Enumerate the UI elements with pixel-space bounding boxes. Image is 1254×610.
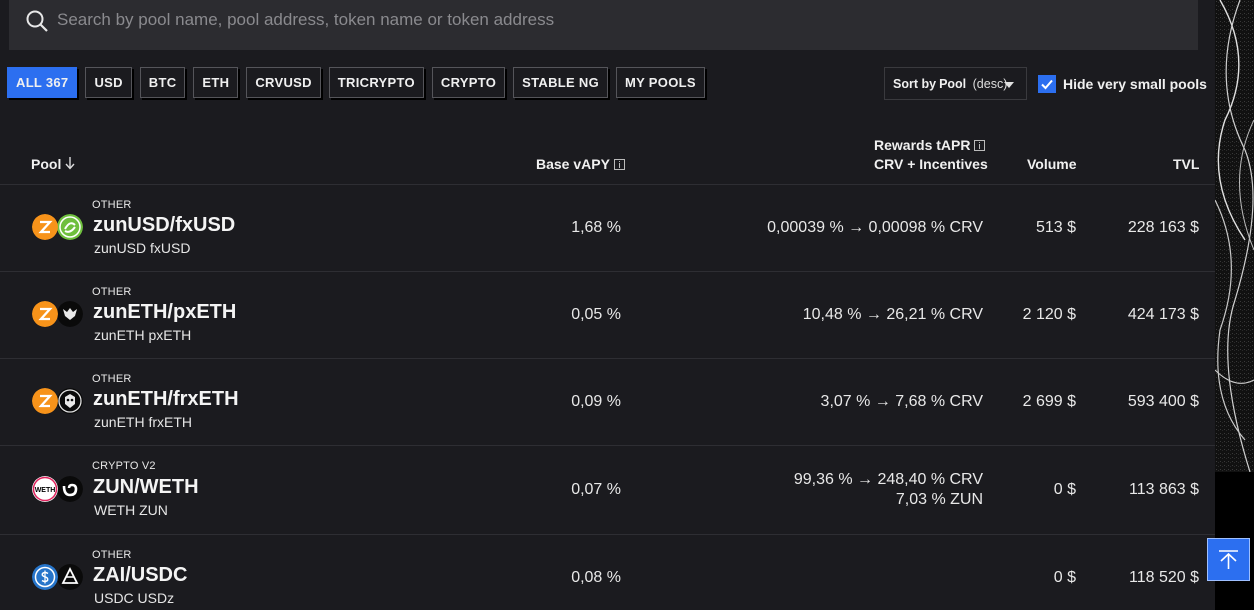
pxeth-token-icon (57, 301, 83, 327)
search-icon (26, 10, 48, 32)
filter-all[interactable]: ALL 367 (7, 67, 78, 98)
sort-dropdown[interactable]: Sort by Pool (desc) (884, 67, 1027, 100)
arrow-down-icon (65, 157, 75, 170)
filter-stable-ng[interactable]: STABLE NG (513, 67, 609, 98)
column-base-vapy-label: Base vAPY (536, 156, 610, 172)
filter-my-pools[interactable]: MY POOLS (616, 67, 705, 98)
table-row[interactable]: OTHER zunUSD/fxUSD zunUSD fxUSD 1,68 % 0… (0, 185, 1215, 272)
pool-name[interactable]: ZAI/USDC (93, 564, 187, 587)
rewards-value: 3,07 % → 7,68 % CRV (820, 393, 983, 410)
pool-name[interactable]: zunUSD/fxUSD (93, 214, 235, 237)
checkbox[interactable] (1038, 75, 1056, 93)
rewards-value: 0,00039 % → 0,00098 % CRV (767, 219, 983, 236)
volume-value: 513 $ (1035, 219, 1076, 236)
column-tvl[interactable]: TVL (1173, 156, 1199, 172)
table-row[interactable]: OTHER ZAI/USDC USDC USDz 0,08 % 0 $ 118 … (0, 535, 1215, 610)
pool-tokens: zunETH pxETH (94, 327, 192, 343)
tvl-value: 228 163 $ (1127, 219, 1199, 236)
zun-token-icon (32, 214, 58, 240)
pool-tokens: zunUSD fxUSD (94, 240, 191, 256)
coin-pair (32, 301, 84, 327)
filter-usd[interactable]: USD (85, 67, 132, 98)
weth-icon-text: WETH (35, 487, 56, 494)
decorative-background (1215, 0, 1254, 472)
pool-type: OTHER (92, 286, 132, 298)
zun-swirl-token-icon (57, 476, 83, 502)
pool-tokens: USDC USDz (94, 590, 175, 606)
volume-value: 2 120 $ (1022, 306, 1076, 323)
coin-pair (32, 388, 84, 414)
volume-value: 2 699 $ (1022, 393, 1076, 410)
info-icon[interactable] (613, 159, 625, 170)
rewards-extra-value: 7,03 % ZUN (895, 491, 983, 508)
coin-pair (32, 214, 84, 240)
search-input[interactable] (57, 0, 1177, 40)
column-pool-label: Pool (31, 156, 62, 172)
arrow-up-icon (1219, 550, 1238, 569)
coin-pair (32, 564, 84, 590)
table-header: Pool Base vAPY Rewards tAPR CRV + Incent… (0, 130, 1215, 185)
base-vapy-value: 0,08 % (571, 569, 621, 586)
column-volume[interactable]: Volume (1027, 156, 1077, 172)
filter-crypto[interactable]: CRYPTO (431, 67, 506, 98)
rewards-value: 99,36 % → 248,40 % CRV (793, 471, 983, 488)
column-rewards-label: Rewards tAPR (874, 137, 971, 153)
zun-token-icon (32, 301, 58, 327)
chevron-down-icon (1004, 82, 1014, 88)
pool-type: OTHER (92, 373, 132, 385)
tvl-value: 424 173 $ (1127, 306, 1199, 323)
column-base-vapy[interactable]: Base vAPY (536, 156, 625, 172)
tvl-value: 113 863 $ (1129, 481, 1199, 498)
hide-small-pools-label: Hide very small pools (1063, 76, 1207, 92)
pool-tokens: WETH ZUN (94, 502, 168, 518)
table-row[interactable]: OTHER zunETH/frxETH zunETH frxETH 0,09 %… (0, 359, 1215, 446)
pool-name[interactable]: ZUN/WETH (93, 476, 199, 499)
checkmark-icon (1041, 79, 1053, 90)
tvl-value: 593 400 $ (1127, 393, 1199, 410)
pool-name[interactable]: zunETH/frxETH (93, 388, 239, 411)
filter-crvusd[interactable]: CRVUSD (246, 67, 321, 98)
table-row[interactable]: OTHER zunETH/pxETH zunETH pxETH 0,05 % 1… (0, 272, 1215, 359)
column-rewards-sublabel: CRV + Incentives (874, 156, 988, 172)
pool-tokens: zunETH frxETH (94, 414, 193, 430)
usdc-token-icon (32, 564, 58, 590)
table-row[interactable]: WETH CRYPTO V2 ZUN/WETH WETH ZUN 0,07 % … (0, 446, 1215, 535)
rewards-value: 10,48 % → 26,21 % CRV (802, 306, 983, 323)
filter-eth[interactable]: ETH (193, 67, 239, 98)
sort-field: Pool (939, 76, 967, 91)
column-rewards[interactable]: Rewards tAPR CRV + Incentives (874, 137, 988, 172)
info-icon[interactable] (974, 140, 986, 151)
volume-value: 0 $ (1053, 481, 1076, 498)
tvl-value: 118 520 $ (1129, 569, 1199, 586)
volume-value: 0 $ (1053, 569, 1076, 586)
base-vapy-value: 0,09 % (571, 393, 621, 410)
pools-page: ALL 367 USD BTC ETH CRVUSD TRICRYPTO CRY… (0, 0, 1215, 610)
hide-small-pools-toggle[interactable]: Hide very small pools (1038, 75, 1207, 93)
column-pool[interactable]: Pool (31, 156, 75, 172)
filter-btc[interactable]: BTC (139, 67, 186, 98)
filter-tricrypto[interactable]: TRICRYPTO (328, 67, 424, 98)
weth-token-icon: WETH (32, 476, 58, 502)
zun-token-icon (32, 388, 58, 414)
pool-filter-tabs: ALL 367 USD BTC ETH CRVUSD TRICRYPTO CRY… (7, 67, 705, 99)
usdz-token-icon (57, 564, 83, 590)
sort-prefix: Sort by (893, 76, 937, 91)
pool-type: CRYPTO V2 (92, 460, 156, 472)
base-vapy-value: 0,05 % (571, 306, 621, 323)
coin-pair: WETH (32, 476, 84, 502)
pool-type: OTHER (92, 199, 132, 211)
base-vapy-value: 1,68 % (571, 219, 621, 236)
base-vapy-value: 0,07 % (571, 481, 621, 498)
search-bar[interactable] (9, 0, 1198, 50)
pool-type: OTHER (92, 549, 132, 561)
scroll-to-top-button[interactable] (1207, 538, 1250, 581)
frxeth-token-icon (57, 388, 83, 414)
sort-direction: (desc) (972, 76, 1008, 91)
pool-name[interactable]: zunETH/pxETH (93, 301, 236, 324)
fxusd-token-icon (57, 214, 83, 240)
